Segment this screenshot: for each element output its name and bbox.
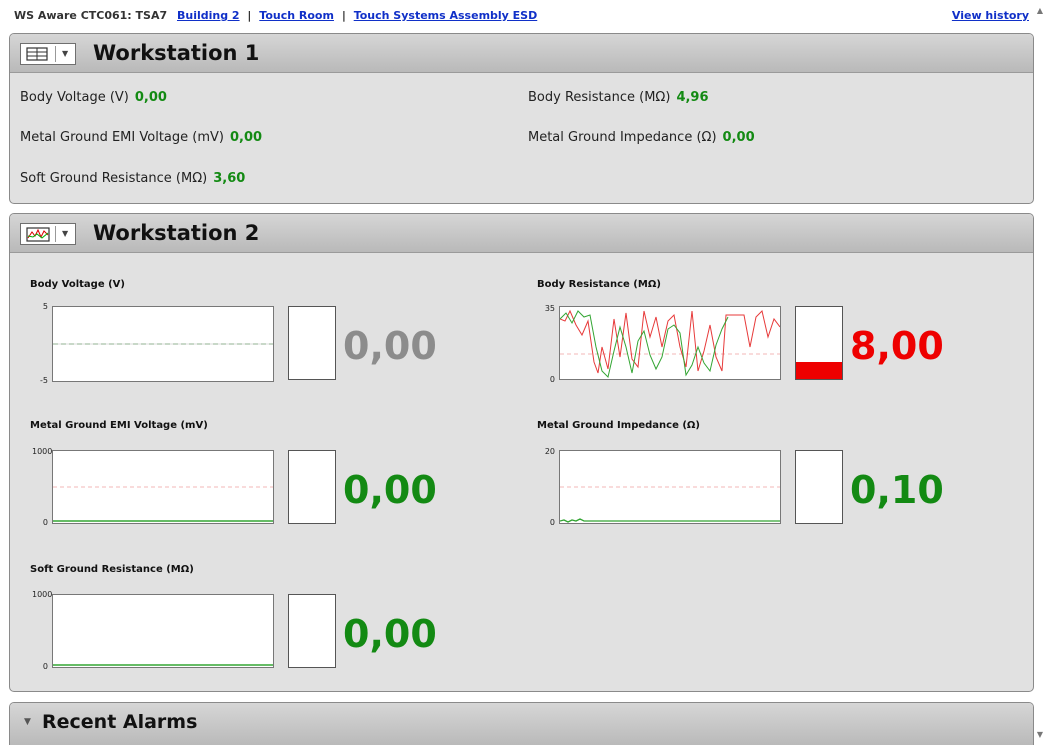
field-value: 3,60 bbox=[213, 171, 246, 186]
field-body-resistance: Body Resistance (MΩ) 4,96 bbox=[528, 90, 709, 105]
trend-chart-metal-ground-impedance bbox=[559, 450, 781, 524]
field-value: 0,00 bbox=[229, 130, 263, 145]
breadcrumb: WS Aware CTC061: TSA7 Building 2 | Touch… bbox=[14, 9, 537, 22]
field-label: Metal Ground EMI Voltage (mV) bbox=[20, 130, 224, 145]
field-label: Body Resistance (MΩ) bbox=[528, 90, 671, 105]
y-axis-min: 0 bbox=[42, 662, 48, 671]
field-label: Body Voltage (V) bbox=[20, 90, 129, 105]
metric-label: Body Resistance (MΩ) bbox=[537, 279, 661, 290]
panel-title: Workstation 2 bbox=[93, 221, 260, 245]
trend-chart-body-resistance bbox=[559, 306, 781, 380]
panel-title: Workstation 1 bbox=[93, 41, 260, 65]
view-mode-dropdown[interactable]: ▼ bbox=[20, 223, 76, 245]
y-axis-min: 0 bbox=[549, 375, 555, 384]
trend-chart-metal-ground-emi-voltage bbox=[52, 450, 274, 524]
metric-value: 0,10 bbox=[850, 468, 944, 512]
breadcrumb-link-assembly[interactable]: Touch Systems Assembly ESD bbox=[354, 9, 538, 22]
level-gauge-body-resistance bbox=[795, 306, 843, 380]
scroll-up-arrow-icon[interactable]: ▲ bbox=[1037, 6, 1043, 15]
workstation-1-panel: ▼ Workstation 1 Body Voltage (V) 0,00 Bod… bbox=[9, 33, 1034, 204]
trend-chart-soft-ground-resistance bbox=[52, 594, 274, 668]
workstation-1-header: ▼ Workstation 1 bbox=[10, 34, 1033, 73]
field-label: Soft Ground Resistance (MΩ) bbox=[20, 171, 208, 186]
metric-value: 0,00 bbox=[343, 468, 437, 512]
breadcrumb-separator: | bbox=[247, 9, 252, 22]
field-label: Metal Ground Impedance (Ω) bbox=[528, 130, 717, 145]
metric-label: Metal Ground Impedance (Ω) bbox=[537, 420, 700, 431]
view-mode-dropdown[interactable]: ▼ bbox=[20, 43, 76, 65]
field-metal-ground-impedance: Metal Ground Impedance (Ω) 0,00 bbox=[528, 130, 755, 145]
breadcrumb-separator: | bbox=[341, 9, 346, 22]
level-gauge-body-voltage bbox=[288, 306, 336, 380]
top-bar: WS Aware CTC061: TSA7 Building 2 | Touch… bbox=[0, 0, 1045, 28]
field-value: 0,00 bbox=[722, 130, 755, 145]
breadcrumb-link-room[interactable]: Touch Room bbox=[259, 9, 334, 22]
level-gauge-metal-ground-emi-voltage bbox=[288, 450, 336, 524]
view-history-link[interactable]: View history bbox=[952, 9, 1029, 22]
trend-chart-body-voltage bbox=[52, 306, 274, 382]
y-axis-max: 35 bbox=[544, 304, 555, 313]
chevron-down-icon: ▼ bbox=[62, 49, 69, 58]
scroll-down-arrow-icon[interactable]: ▼ bbox=[1037, 730, 1043, 739]
recent-alarms-panel[interactable]: ▼ Recent Alarms bbox=[9, 702, 1034, 745]
field-metal-ground-emi-voltage: Metal Ground EMI Voltage (mV) 0,00 bbox=[20, 130, 262, 145]
chevron-down-icon: ▼ bbox=[62, 229, 69, 238]
y-axis-max: 1000 bbox=[32, 590, 53, 599]
breadcrumb-link-building[interactable]: Building 2 bbox=[177, 9, 240, 22]
y-axis-max: 1000 bbox=[32, 447, 53, 456]
metric-label: Metal Ground EMI Voltage (mV) bbox=[30, 420, 208, 431]
metric-label: Body Voltage (V) bbox=[30, 279, 125, 290]
expand-chevron-icon[interactable]: ▼ bbox=[24, 717, 31, 727]
field-value: 0,00 bbox=[134, 90, 167, 105]
workstation-2-header: ▼ Workstation 2 bbox=[10, 214, 1033, 253]
field-value: 4,96 bbox=[676, 90, 709, 105]
metric-value: 0,00 bbox=[343, 612, 437, 656]
gauge-fill bbox=[796, 362, 842, 379]
y-axis-min: -5 bbox=[40, 376, 48, 385]
field-soft-ground-resistance: Soft Ground Resistance (MΩ) 3,60 bbox=[20, 171, 245, 186]
level-gauge-metal-ground-impedance bbox=[795, 450, 843, 524]
metric-label: Soft Ground Resistance (MΩ) bbox=[30, 564, 194, 575]
y-axis-min: 0 bbox=[549, 518, 555, 527]
y-axis-min: 0 bbox=[42, 518, 48, 527]
table-view-icon bbox=[26, 47, 48, 61]
y-axis-max: 20 bbox=[544, 447, 555, 456]
field-body-voltage: Body Voltage (V) 0,00 bbox=[20, 90, 167, 105]
level-gauge-soft-ground-resistance bbox=[288, 594, 336, 668]
station-name: WS Aware CTC061: TSA7 bbox=[14, 9, 168, 22]
recent-alarms-title: Recent Alarms bbox=[42, 711, 198, 733]
workstation-2-panel: ▼ Workstation 2 Body Voltage (V) 5 -5 0,… bbox=[9, 213, 1034, 692]
chart-view-icon bbox=[26, 227, 50, 242]
y-axis-max: 5 bbox=[42, 302, 48, 311]
metric-value: 0,00 bbox=[343, 324, 437, 368]
metric-value: 8,00 bbox=[850, 324, 944, 368]
